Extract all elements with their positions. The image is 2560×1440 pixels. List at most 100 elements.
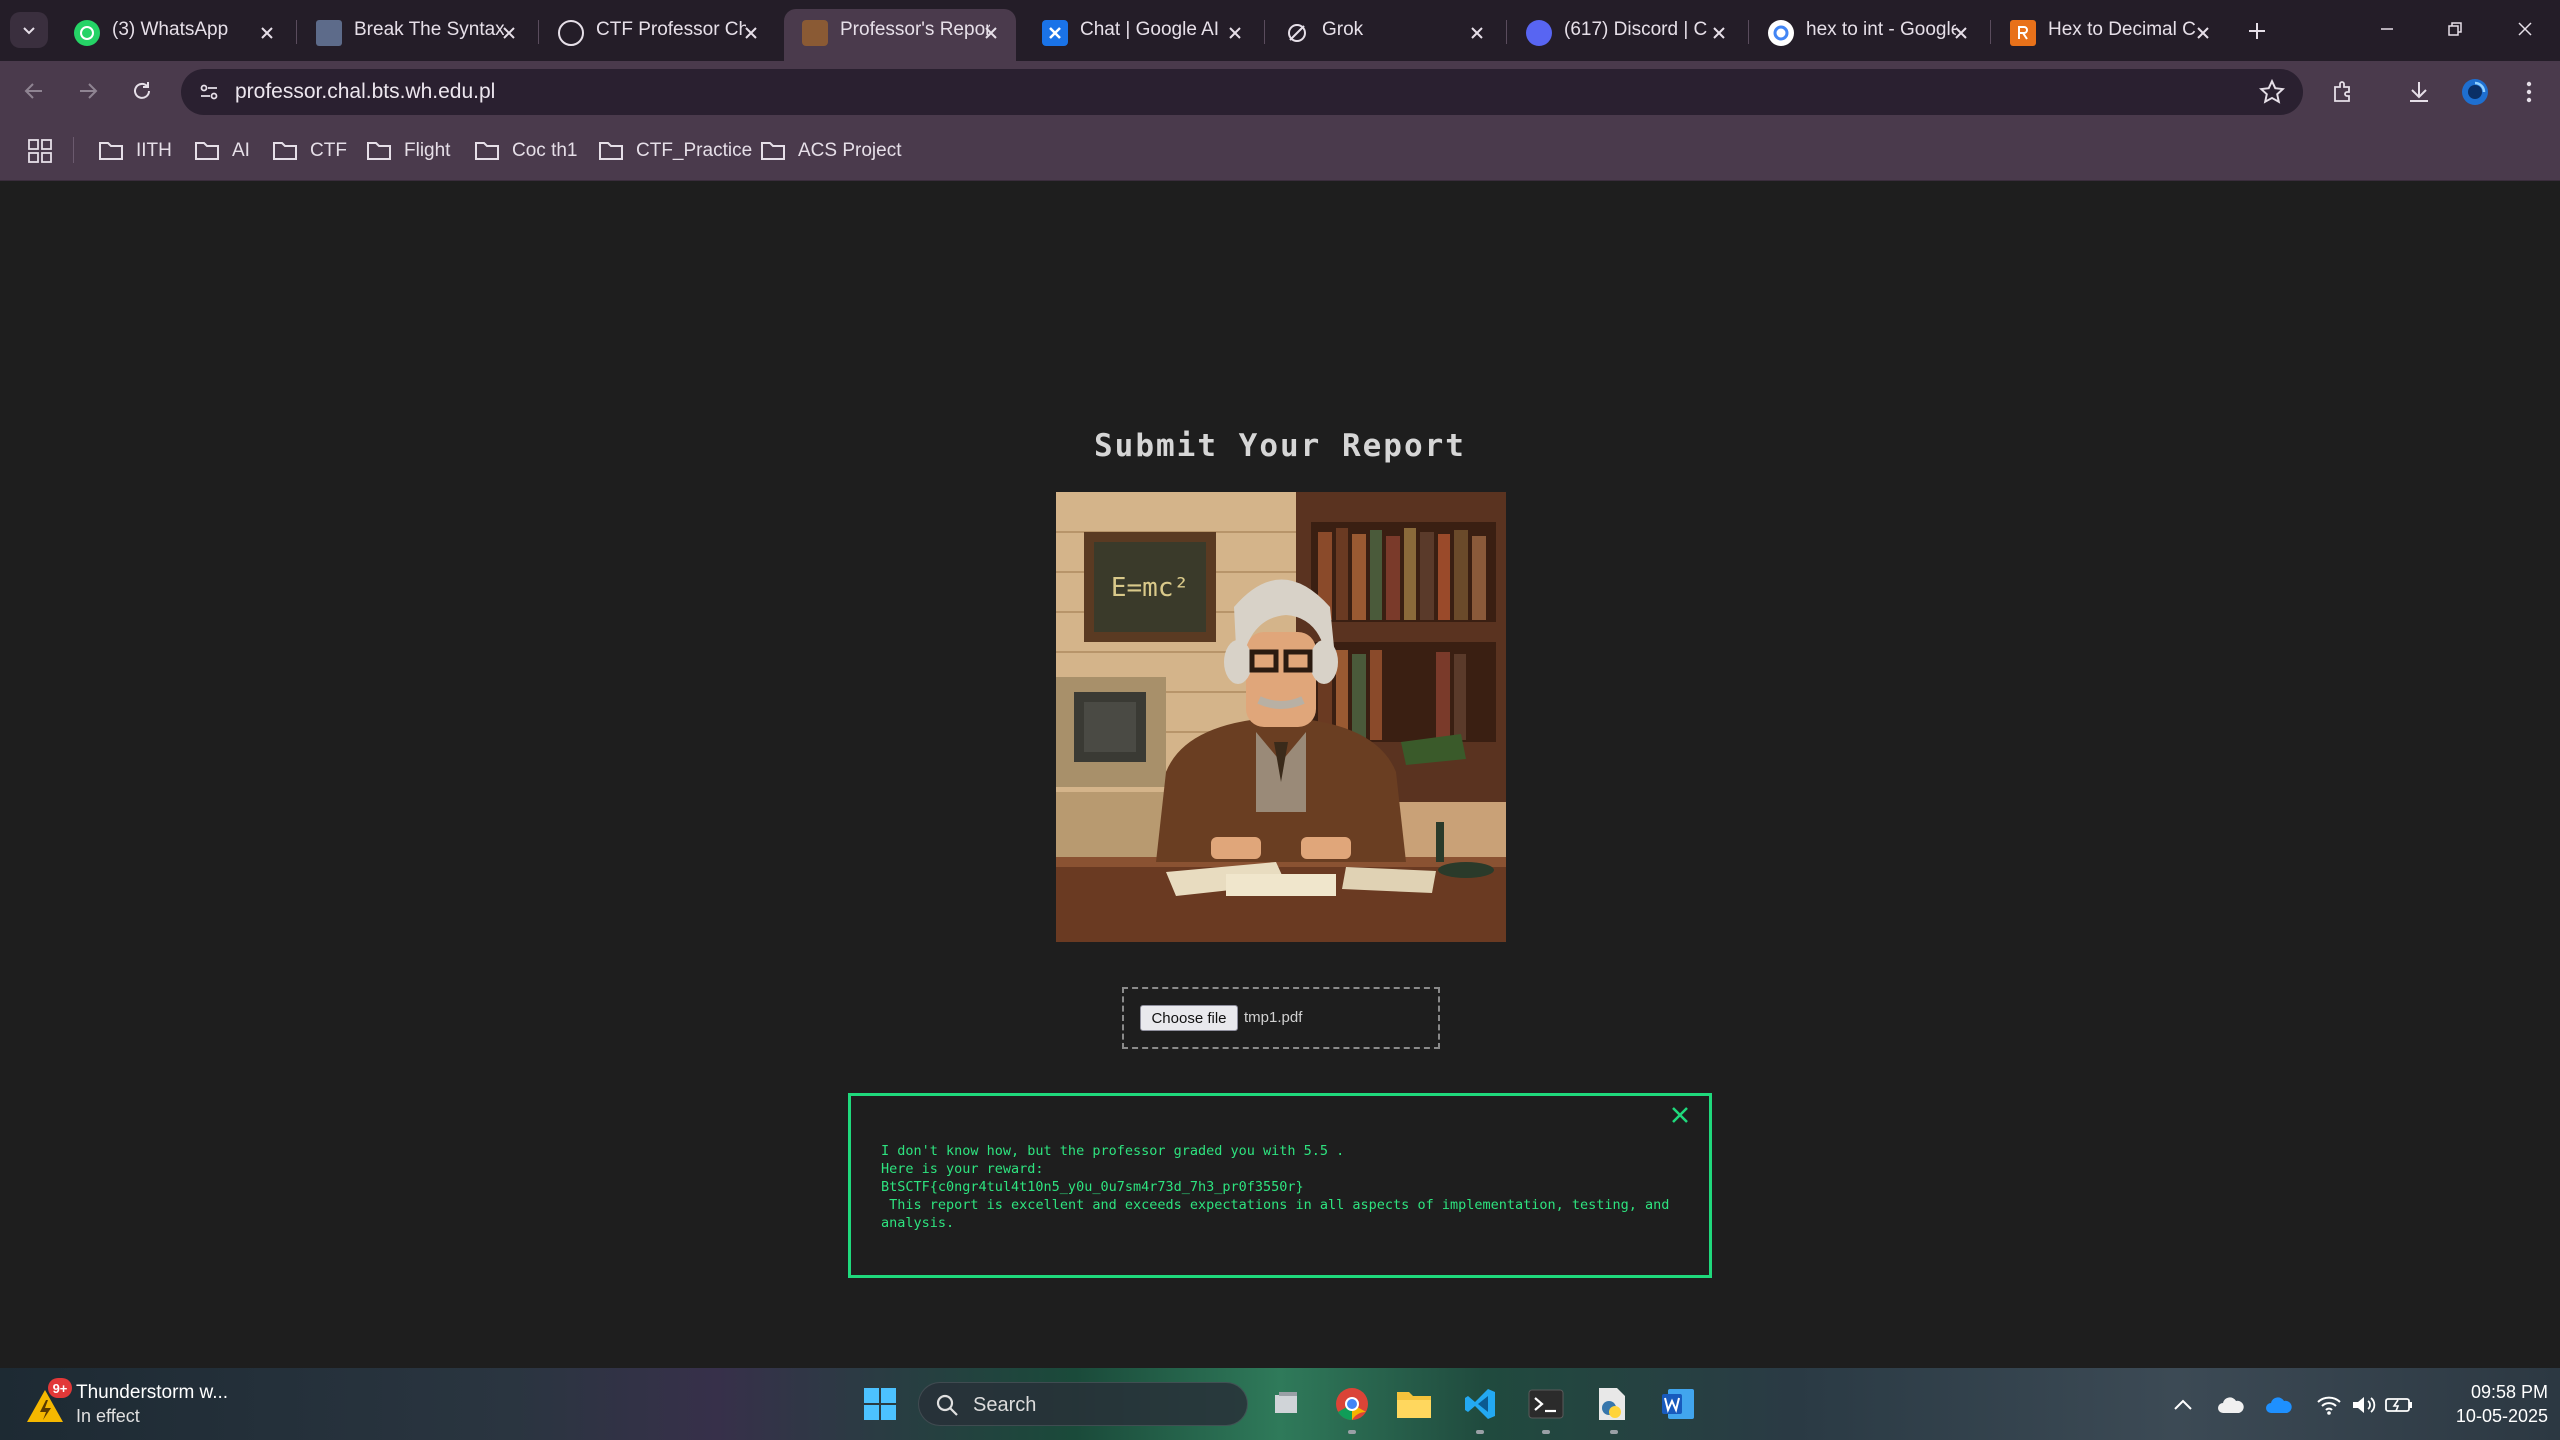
bookmark-folder-iith[interactable]: IITH: [98, 135, 172, 167]
taskbar-word[interactable]: [1656, 1382, 1700, 1426]
battery-icon: [2385, 1398, 2412, 1412]
address-bar[interactable]: professor.chal.bts.wh.edu.pl: [181, 69, 2303, 115]
bts-icon: [316, 20, 342, 46]
tab-title: (3) WhatsApp: [112, 19, 229, 40]
folder-icon: [273, 142, 297, 160]
search-icon: [936, 1394, 958, 1416]
folder-icon: [599, 142, 623, 160]
page-title: Submit Your Report: [1094, 428, 1466, 464]
whatsapp-icon: [74, 20, 100, 46]
choose-file-button[interactable]: Choose file: [1140, 1005, 1238, 1031]
bookmark-folder-ctf[interactable]: CTF: [272, 135, 347, 167]
url-text: professor.chal.bts.wh.edu.pl: [235, 80, 496, 103]
close-icon[interactable]: [978, 20, 1004, 46]
downloads-button[interactable]: [2402, 75, 2436, 109]
close-icon[interactable]: [2190, 20, 2216, 46]
tab-break-the-syntax[interactable]: Break The Syntax: [298, 9, 534, 61]
tab-divider: [1748, 20, 1749, 44]
file-upload-area[interactable]: Choose file tmp1.pdf: [1122, 987, 1440, 1049]
windows-taskbar: 9+ Thunderstorm w... In effect Search 09…: [0, 1368, 2560, 1440]
search-label: Search: [973, 1394, 1037, 1416]
task-view-button[interactable]: [1264, 1382, 1308, 1426]
reload-button[interactable]: [124, 73, 160, 109]
bookmark-label: Coc th1: [512, 140, 578, 161]
grok-icon: [1284, 20, 1310, 46]
close-icon[interactable]: [1222, 20, 1248, 46]
bookmark-folder-ai[interactable]: AI: [194, 135, 250, 167]
apps-grid-icon[interactable]: [26, 137, 54, 165]
close-icon[interactable]: [1464, 20, 1490, 46]
tab-ctf-professor[interactable]: CTF Professor Challenge: [540, 9, 776, 61]
tab-hex-to-int[interactable]: hex to int - Google: [1750, 9, 1986, 61]
weather-title: Thunderstorm w...: [76, 1382, 229, 1403]
close-icon[interactable]: [496, 20, 522, 46]
close-icon[interactable]: [738, 20, 764, 46]
taskbar-chrome[interactable]: [1330, 1382, 1374, 1426]
forward-button[interactable]: [70, 73, 106, 109]
new-tab-button[interactable]: [2240, 14, 2274, 48]
extensions-button[interactable]: [2326, 75, 2360, 109]
bookmarks-bar: IITH AI CTF Flight Coc th1 CTF_Practice …: [0, 121, 2560, 181]
bookmark-folder-acs-project[interactable]: ACS Project: [760, 135, 901, 167]
taskbar-terminal[interactable]: [1524, 1382, 1568, 1426]
taskbar-vscode[interactable]: [1458, 1382, 1502, 1426]
chrome-icon: [1336, 1388, 1368, 1421]
tab-grok[interactable]: Grok: [1266, 9, 1502, 61]
close-icon[interactable]: [1948, 20, 1974, 46]
bookmarks-divider: [73, 137, 74, 163]
profile-button[interactable]: [2458, 75, 2492, 109]
close-icon[interactable]: [1706, 20, 1732, 46]
tray-onedrive-business[interactable]: [2264, 1390, 2294, 1420]
avatar-icon: [2462, 79, 2488, 105]
arrow-left-icon: [24, 83, 42, 99]
tab-discord[interactable]: (617) Discord | C: [1508, 9, 1744, 61]
close-window-button[interactable]: [2494, 8, 2556, 50]
start-button[interactable]: [858, 1382, 902, 1426]
restore-icon: [2448, 22, 2462, 36]
chatgpt-icon: [558, 20, 584, 46]
tab-whatsapp[interactable]: (3) WhatsApp: [56, 9, 292, 61]
tab-title: Grok: [1322, 19, 1364, 40]
tab-hex-to-decimal[interactable]: Hex to Decimal C: [1992, 9, 2228, 61]
tray-volume[interactable]: [2348, 1390, 2378, 1420]
menu-button[interactable]: [2512, 75, 2546, 109]
minimize-button[interactable]: [2356, 8, 2418, 50]
clock-date: 10-05-2025: [2455, 1406, 2548, 1426]
taskbar-search[interactable]: Search: [918, 1382, 1248, 1426]
tray-wifi[interactable]: [2314, 1390, 2344, 1420]
taskbar-clock[interactable]: 09:58 PM 10-05-2025: [2428, 1380, 2548, 1428]
tray-battery[interactable]: [2384, 1390, 2414, 1420]
tray-onedrive-personal[interactable]: [2216, 1390, 2246, 1420]
tab-divider: [1264, 20, 1265, 44]
notification-badge: 9+: [48, 1378, 72, 1398]
chevron-up-icon: [2174, 1399, 2192, 1410]
puzzle-icon: [2334, 81, 2350, 102]
feedback-text: This report is excellent and exceeds exp…: [881, 1197, 1678, 1231]
close-icon[interactable]: [254, 20, 280, 46]
tab-title: Professor's Report: [840, 19, 990, 40]
folder-icon: [761, 142, 785, 160]
restore-button[interactable]: [2424, 8, 2486, 50]
folder-icon: [99, 142, 123, 160]
show-hidden-icons[interactable]: [2168, 1390, 2198, 1420]
bookmark-star-icon[interactable]: [2259, 79, 2285, 105]
taskbar-file-explorer[interactable]: [1392, 1382, 1436, 1426]
bookmark-folder-ctf-practice[interactable]: CTF_Practice: [598, 135, 752, 167]
weather-subtitle: In effect: [76, 1406, 140, 1426]
tab-google-ai[interactable]: Chat | Google AI: [1024, 9, 1260, 61]
bookmark-folder-coc[interactable]: Coc th1: [474, 135, 577, 167]
taskbar-python-file[interactable]: [1590, 1382, 1634, 1426]
folder-icon: [1397, 1392, 1431, 1418]
back-button[interactable]: [16, 73, 52, 109]
tab-search-button[interactable]: [10, 12, 48, 48]
wifi-icon: [2317, 1396, 2341, 1415]
tab-divider: [538, 20, 539, 44]
tab-professors-report[interactable]: Professor's Report: [784, 9, 1016, 61]
bookmark-folder-flight[interactable]: Flight: [366, 135, 450, 167]
site-info-icon[interactable]: [193, 76, 225, 108]
running-indicator: [1348, 1430, 1356, 1434]
bookmark-label: CTF_Practice: [636, 140, 753, 161]
close-icon[interactable]: [1669, 1104, 1691, 1126]
result-message: I don't know how, but the professor grad…: [881, 1142, 1691, 1232]
python-file-icon: [1599, 1388, 1625, 1420]
